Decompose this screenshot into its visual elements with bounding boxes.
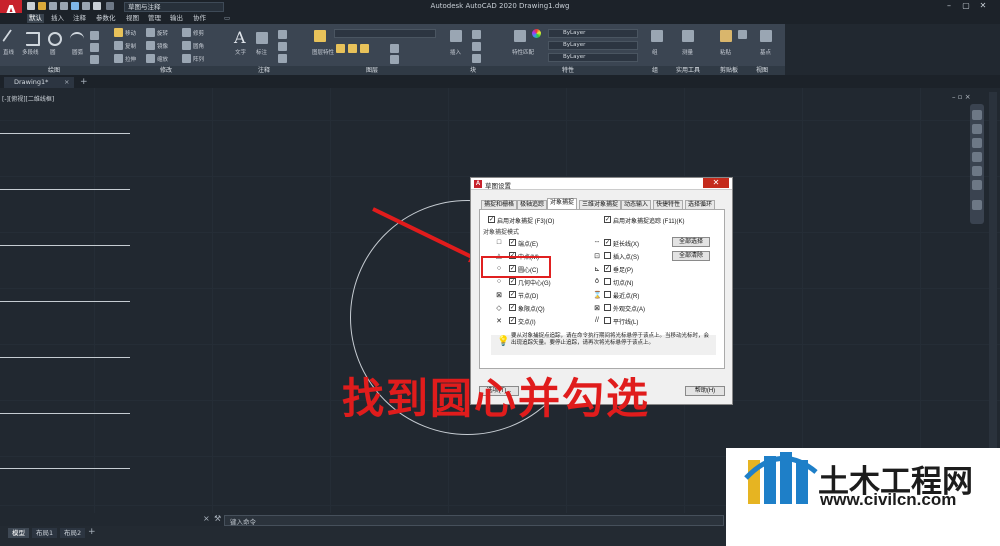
insertion-checkbox[interactable]: [604, 252, 611, 259]
endpoint-checkbox[interactable]: ✓: [509, 239, 516, 246]
insertion-label: 插入点(S): [613, 255, 639, 261]
select-all-button[interactable]: 全部选择: [672, 237, 710, 247]
perpendicular-checkbox[interactable]: ✓: [604, 265, 611, 272]
layout-tab-layout2[interactable]: 布局2: [60, 528, 86, 538]
highlight-box: [481, 256, 551, 278]
intersection-label: 交点(I): [518, 320, 536, 326]
enable-tracking-checkbox[interactable]: ✓: [604, 216, 611, 223]
apparent-intersection-checkbox[interactable]: [604, 304, 611, 311]
extension-checkbox[interactable]: ✓: [604, 239, 611, 246]
help-button[interactable]: 帮助(H): [685, 386, 725, 396]
parallel-symbol-icon: //: [595, 317, 599, 324]
clear-all-button[interactable]: 全部清除: [672, 251, 710, 261]
node-label: 节点(D): [518, 294, 539, 300]
layout-tab-layout1[interactable]: 布局1: [32, 528, 58, 538]
endpoint-label: 端点(E): [518, 242, 538, 248]
quadrant-symbol-icon: ◇: [496, 305, 502, 312]
layout-tab-model[interactable]: 模型: [8, 528, 29, 538]
annotation-caption: 找到圆心并勾选: [342, 374, 651, 423]
endpoint-symbol-icon: □: [496, 239, 502, 246]
command-prompt: 键入命令: [230, 518, 256, 526]
tangent-checkbox[interactable]: [604, 278, 611, 285]
dialog-close-button[interactable]: ✕: [703, 178, 729, 188]
nearest-symbol-icon: ⌛: [593, 292, 602, 299]
intersection-checkbox[interactable]: ✓: [509, 317, 516, 324]
wrench-icon[interactable]: ⚒: [214, 514, 221, 523]
extension-symbol-icon: --: [594, 239, 600, 246]
tangent-label: 切点(N): [613, 281, 634, 287]
geometric-center-checkbox[interactable]: ✓: [509, 278, 516, 285]
parallel-label: 平行线(L): [613, 320, 639, 326]
close-icon[interactable]: ×: [203, 514, 210, 523]
perpendicular-symbol-icon: ⊾: [594, 266, 600, 273]
geometric-center-label: 几何中心(G): [518, 281, 551, 287]
insertion-symbol-icon: ⊡: [594, 253, 600, 260]
dialog-title: 草图设置: [485, 183, 511, 190]
intersection-symbol-icon: ✕: [496, 318, 502, 325]
tangent-symbol-icon: ō: [595, 278, 599, 285]
node-checkbox[interactable]: ✓: [509, 291, 516, 298]
apparent-intersection-label: 外观交点(A): [613, 307, 645, 313]
enable-osnap-checkbox[interactable]: ✓: [488, 216, 495, 223]
apparent-intersection-symbol-icon: ⊠: [594, 305, 600, 312]
enable-tracking-label: 启用对象捕捉追踪 (F11)(K): [613, 219, 685, 225]
enable-osnap-label: 启用对象捕捉 (F3)(O): [497, 219, 555, 225]
lightbulb-icon: 💡: [497, 336, 510, 347]
add-layout-icon[interactable]: +: [88, 527, 96, 537]
quadrant-label: 象限点(Q): [518, 307, 545, 313]
parallel-checkbox[interactable]: [604, 317, 611, 324]
nearest-label: 最近点(R): [613, 294, 640, 300]
autocad-small-icon: A: [474, 180, 482, 188]
civilcn-logo-icon: [744, 452, 818, 504]
watermark-url: www.civilcn.com: [820, 490, 957, 509]
extension-label: 延长线(X): [613, 242, 639, 248]
nearest-checkbox[interactable]: [604, 291, 611, 298]
hint-text: 要从对象捕捉点追踪，请在命令执行期间将光标悬停于该点上。当移动光标时，会出现追踪…: [511, 333, 710, 346]
node-symbol-icon: ⊠: [496, 292, 502, 299]
quadrant-checkbox[interactable]: ✓: [509, 304, 516, 311]
command-line[interactable]: [224, 515, 724, 526]
perpendicular-label: 垂足(P): [613, 268, 633, 274]
geometric-center-symbol-icon: ○: [496, 278, 502, 285]
osnap-modes-group-label: 对象捕捉模式: [483, 230, 520, 236]
